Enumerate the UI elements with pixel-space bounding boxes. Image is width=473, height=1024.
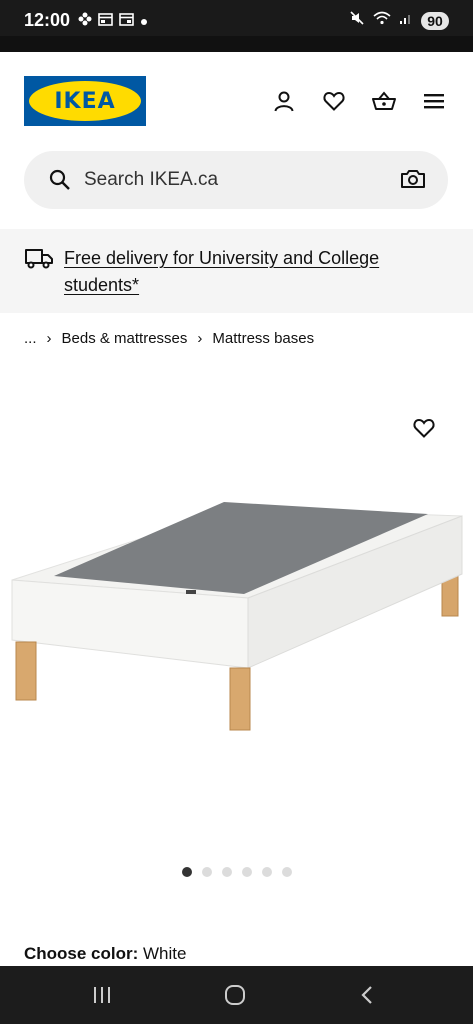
carousel-dot[interactable] bbox=[262, 867, 272, 877]
status-time: 12:00 bbox=[24, 10, 71, 30]
account-icon[interactable] bbox=[271, 88, 297, 114]
logo-oval: IKEA bbox=[29, 81, 141, 121]
carousel-dot[interactable] bbox=[222, 867, 232, 877]
color-label: Choose color: bbox=[24, 944, 144, 963]
wifi-icon bbox=[373, 11, 391, 30]
menu-icon[interactable] bbox=[421, 88, 447, 114]
carousel-dot[interactable] bbox=[202, 867, 212, 877]
carousel-dot[interactable] bbox=[242, 867, 252, 877]
flower-icon bbox=[78, 12, 92, 31]
status-bar: 12:00 90 bbox=[0, 0, 473, 52]
truck-icon bbox=[24, 246, 54, 275]
breadcrumb-ellipsis[interactable]: ... bbox=[24, 330, 37, 347]
status-left-icons bbox=[78, 12, 148, 31]
breadcrumb-mattress-bases[interactable]: Mattress bases bbox=[212, 330, 314, 347]
delivery-banner: Free delivery for University and College… bbox=[0, 229, 473, 313]
breadcrumb-beds-mattresses[interactable]: Beds & mattresses bbox=[62, 330, 188, 347]
breadcrumb: ... › Beds & mattresses › Mattress bases bbox=[24, 330, 314, 347]
logo-text: IKEA bbox=[54, 88, 116, 114]
basket-icon[interactable] bbox=[371, 88, 397, 114]
add-to-favorites-button[interactable] bbox=[411, 416, 437, 445]
calendar-icon bbox=[119, 12, 134, 31]
battery-indicator: 90 bbox=[421, 11, 449, 30]
status-right-icons: 90 bbox=[349, 10, 449, 31]
home-icon[interactable] bbox=[222, 982, 248, 1008]
header-icons bbox=[271, 88, 447, 114]
favorites-icon[interactable] bbox=[321, 88, 347, 114]
color-value: White bbox=[143, 944, 187, 963]
search-icon bbox=[48, 168, 72, 197]
camera-icon[interactable] bbox=[400, 167, 426, 196]
product-image[interactable] bbox=[8, 480, 466, 740]
search-input[interactable]: Search IKEA.ca bbox=[84, 169, 218, 191]
back-icon[interactable] bbox=[354, 982, 380, 1008]
site-header: IKEA bbox=[0, 52, 473, 148]
mute-icon bbox=[349, 10, 365, 31]
signal-icon bbox=[399, 11, 413, 30]
search-bar[interactable]: Search IKEA.ca bbox=[24, 151, 448, 209]
carousel-dot[interactable] bbox=[182, 867, 192, 877]
ikea-logo[interactable]: IKEA bbox=[24, 76, 146, 126]
chevron-right-icon: › bbox=[197, 330, 203, 347]
delivery-link[interactable]: Free delivery for University and College… bbox=[64, 245, 424, 299]
dot-icon bbox=[140, 13, 148, 31]
color-selector[interactable]: Choose color: White bbox=[24, 944, 186, 964]
status-divider bbox=[0, 36, 473, 52]
calendar-icon bbox=[98, 12, 113, 31]
carousel-dot[interactable] bbox=[282, 867, 292, 877]
carousel-dots bbox=[182, 867, 292, 877]
chevron-right-icon: › bbox=[46, 330, 52, 347]
system-nav-bar bbox=[0, 966, 473, 1024]
recents-icon[interactable] bbox=[89, 982, 115, 1008]
